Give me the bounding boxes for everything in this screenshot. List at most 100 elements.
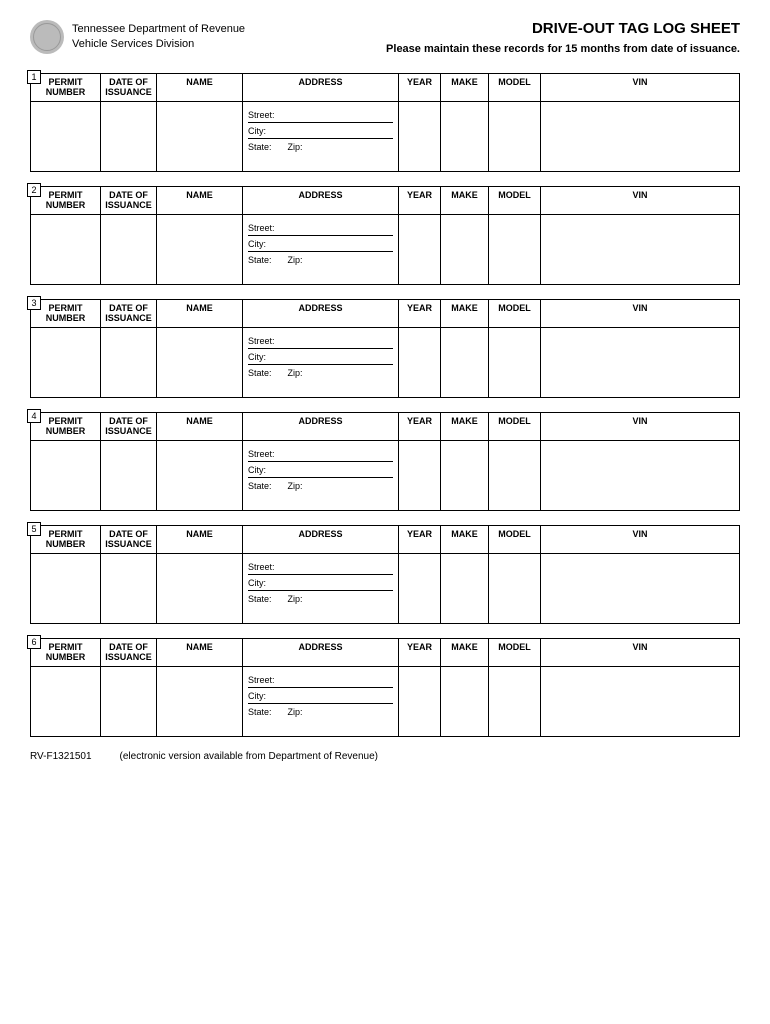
col-header-make: MAKE bbox=[441, 413, 489, 441]
year-field[interactable] bbox=[399, 215, 441, 285]
entry-table: PERMIT NUMBER DATE OF ISSUANCE NAME ADDR… bbox=[30, 186, 740, 285]
col-header-name: NAME bbox=[157, 187, 243, 215]
entry-number-box: 6 bbox=[27, 635, 41, 649]
permit-field[interactable] bbox=[31, 328, 101, 398]
make-field[interactable] bbox=[441, 328, 489, 398]
make-field[interactable] bbox=[441, 215, 489, 285]
city-label: City: bbox=[248, 691, 266, 701]
col-header-permit: PERMIT NUMBER bbox=[31, 413, 101, 441]
dept-line-2: Vehicle Services Division bbox=[72, 37, 245, 52]
date-field[interactable] bbox=[101, 441, 157, 511]
name-field[interactable] bbox=[157, 328, 243, 398]
date-field[interactable] bbox=[101, 215, 157, 285]
vin-field[interactable] bbox=[541, 554, 740, 624]
street-label: Street: bbox=[248, 110, 275, 120]
vin-field[interactable] bbox=[541, 102, 740, 172]
permit-field[interactable] bbox=[31, 441, 101, 511]
permit-field[interactable] bbox=[31, 554, 101, 624]
document-header: Tennessee Department of Revenue Vehicle … bbox=[30, 20, 740, 55]
entry-number-box: 5 bbox=[27, 522, 41, 536]
entry-number-box: 2 bbox=[27, 183, 41, 197]
year-field[interactable] bbox=[399, 102, 441, 172]
date-field[interactable] bbox=[101, 667, 157, 737]
address-field[interactable]: Street: City: State: Zip: bbox=[243, 554, 399, 624]
col-header-permit: PERMIT NUMBER bbox=[31, 526, 101, 554]
permit-field[interactable] bbox=[31, 102, 101, 172]
year-field[interactable] bbox=[399, 554, 441, 624]
col-header-year: YEAR bbox=[399, 187, 441, 215]
col-header-model: MODEL bbox=[489, 413, 541, 441]
col-header-vin: VIN bbox=[541, 526, 740, 554]
vin-field[interactable] bbox=[541, 215, 740, 285]
date-field[interactable] bbox=[101, 554, 157, 624]
zip-label: Zip: bbox=[288, 481, 303, 491]
vin-field[interactable] bbox=[541, 328, 740, 398]
page-subtitle: Please maintain these records for 15 mon… bbox=[386, 43, 740, 55]
address-field[interactable]: Street: City: State: Zip: bbox=[243, 667, 399, 737]
name-field[interactable] bbox=[157, 667, 243, 737]
make-field[interactable] bbox=[441, 102, 489, 172]
col-header-permit: PERMIT NUMBER bbox=[31, 74, 101, 102]
vin-field[interactable] bbox=[541, 667, 740, 737]
zip-label: Zip: bbox=[288, 368, 303, 378]
col-header-make: MAKE bbox=[441, 526, 489, 554]
permit-field[interactable] bbox=[31, 667, 101, 737]
address-field[interactable]: Street: City: State: Zip: bbox=[243, 441, 399, 511]
page-title: DRIVE-OUT TAG LOG SHEET bbox=[386, 20, 740, 37]
col-header-address: ADDRESS bbox=[243, 300, 399, 328]
col-header-date: DATE OF ISSUANCE bbox=[101, 187, 157, 215]
entry-number-box: 1 bbox=[27, 70, 41, 84]
document-footer: RV-F1321501 (electronic version availabl… bbox=[30, 751, 740, 762]
col-header-address: ADDRESS bbox=[243, 187, 399, 215]
col-header-make: MAKE bbox=[441, 300, 489, 328]
col-header-year: YEAR bbox=[399, 413, 441, 441]
log-entry: 6 PERMIT NUMBER DATE OF ISSUANCE NAME AD… bbox=[30, 638, 740, 737]
city-label: City: bbox=[248, 239, 266, 249]
log-entry: 1 PERMIT NUMBER DATE OF ISSUANCE NAME AD… bbox=[30, 73, 740, 172]
name-field[interactable] bbox=[157, 215, 243, 285]
model-field[interactable] bbox=[489, 441, 541, 511]
name-field[interactable] bbox=[157, 441, 243, 511]
model-field[interactable] bbox=[489, 667, 541, 737]
col-header-model: MODEL bbox=[489, 74, 541, 102]
date-field[interactable] bbox=[101, 328, 157, 398]
col-header-name: NAME bbox=[157, 74, 243, 102]
date-field[interactable] bbox=[101, 102, 157, 172]
footer-note: (electronic version available from Depar… bbox=[120, 751, 378, 762]
year-field[interactable] bbox=[399, 667, 441, 737]
col-header-date: DATE OF ISSUANCE bbox=[101, 413, 157, 441]
col-header-make: MAKE bbox=[441, 74, 489, 102]
vin-field[interactable] bbox=[541, 441, 740, 511]
year-field[interactable] bbox=[399, 328, 441, 398]
permit-field[interactable] bbox=[31, 215, 101, 285]
year-field[interactable] bbox=[399, 441, 441, 511]
log-entry: 3 PERMIT NUMBER DATE OF ISSUANCE NAME AD… bbox=[30, 299, 740, 398]
col-header-make: MAKE bbox=[441, 187, 489, 215]
city-label: City: bbox=[248, 352, 266, 362]
model-field[interactable] bbox=[489, 554, 541, 624]
col-header-name: NAME bbox=[157, 639, 243, 667]
col-header-address: ADDRESS bbox=[243, 526, 399, 554]
model-field[interactable] bbox=[489, 328, 541, 398]
zip-label: Zip: bbox=[288, 142, 303, 152]
model-field[interactable] bbox=[489, 215, 541, 285]
street-label: Street: bbox=[248, 223, 275, 233]
name-field[interactable] bbox=[157, 102, 243, 172]
make-field[interactable] bbox=[441, 441, 489, 511]
col-header-year: YEAR bbox=[399, 526, 441, 554]
address-field[interactable]: Street: City: State: Zip: bbox=[243, 102, 399, 172]
make-field[interactable] bbox=[441, 554, 489, 624]
col-header-name: NAME bbox=[157, 413, 243, 441]
entry-table: PERMIT NUMBER DATE OF ISSUANCE NAME ADDR… bbox=[30, 299, 740, 398]
col-header-year: YEAR bbox=[399, 639, 441, 667]
col-header-year: YEAR bbox=[399, 74, 441, 102]
col-header-permit: PERMIT NUMBER bbox=[31, 187, 101, 215]
name-field[interactable] bbox=[157, 554, 243, 624]
col-header-vin: VIN bbox=[541, 187, 740, 215]
address-field[interactable]: Street: City: State: Zip: bbox=[243, 215, 399, 285]
make-field[interactable] bbox=[441, 667, 489, 737]
address-field[interactable]: Street: City: State: Zip: bbox=[243, 328, 399, 398]
model-field[interactable] bbox=[489, 102, 541, 172]
state-seal-icon bbox=[30, 20, 64, 54]
col-header-date: DATE OF ISSUANCE bbox=[101, 300, 157, 328]
